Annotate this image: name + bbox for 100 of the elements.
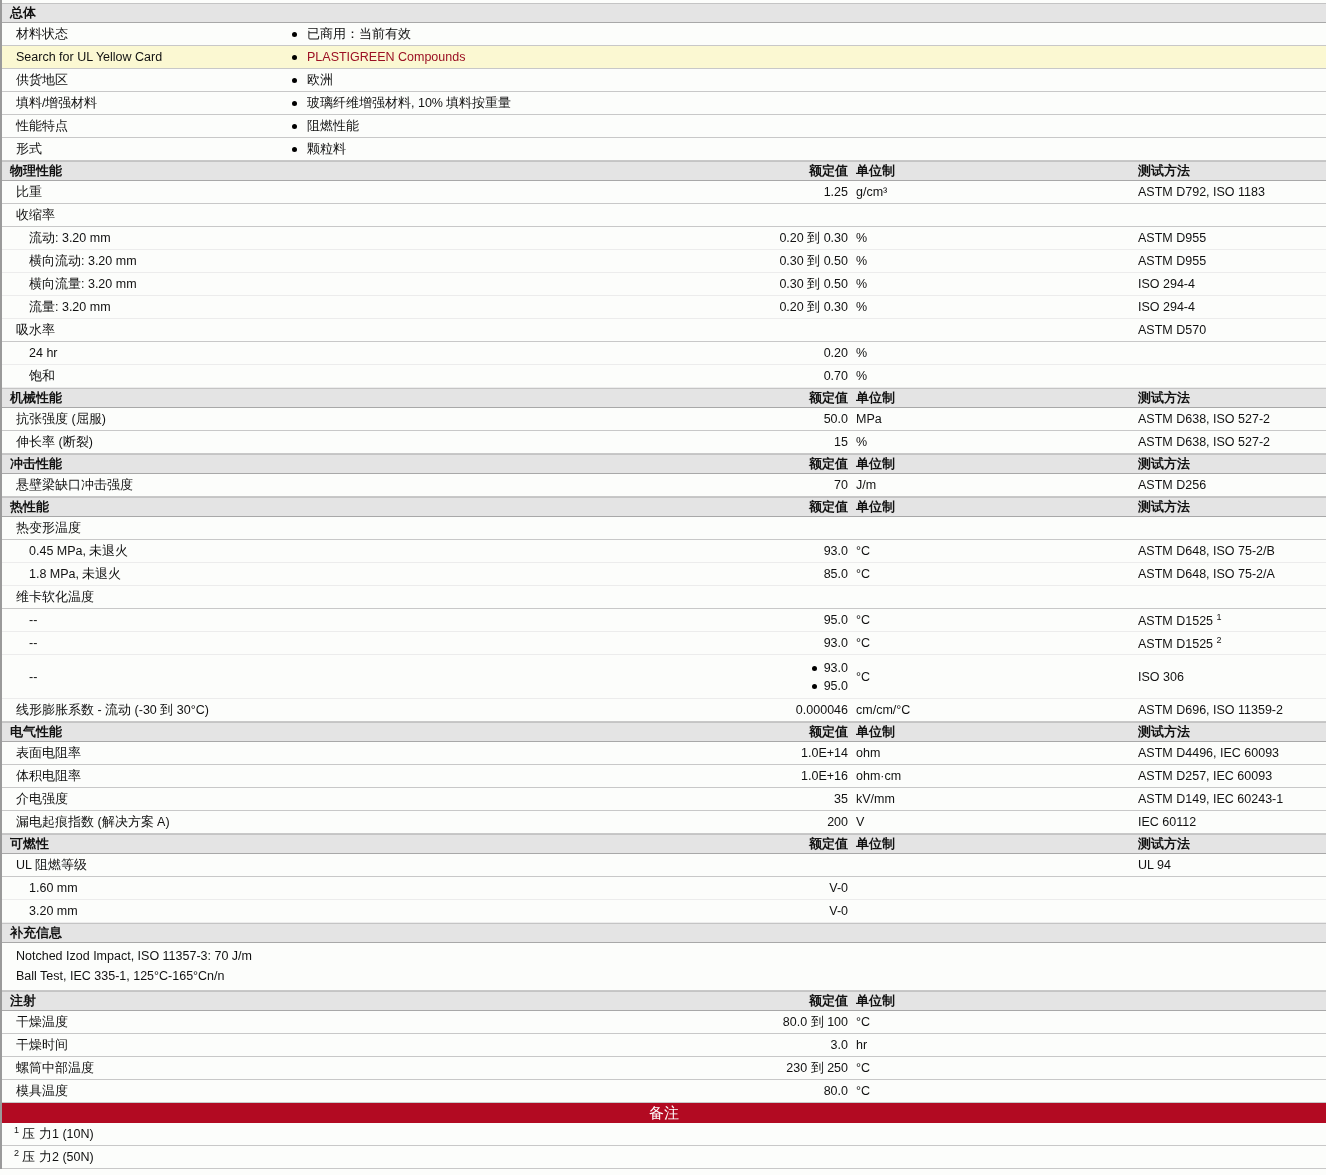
unit-text: J/m: [856, 478, 877, 492]
property-value: 3.0: [830, 1038, 848, 1052]
test-method: IEC 60112: [1138, 815, 1197, 829]
column-header: 单位制: [856, 993, 895, 1008]
property-label: 维卡软化温度: [15, 588, 95, 606]
test-method: ISO 294-4: [1138, 277, 1195, 291]
column-header: 额定值: [809, 724, 848, 739]
property-label: 填料/增强材料: [15, 94, 99, 112]
property-label: 线形膨胀系数 - 流动 (-30 到 30°C): [15, 701, 210, 719]
unit-text: °C: [856, 636, 871, 650]
property-label: 0.45 MPa, 未退火: [28, 542, 130, 560]
test-method: ISO 306: [1138, 669, 1184, 684]
column-header: 额定值: [809, 456, 848, 471]
column-header: 额定值: [809, 499, 848, 514]
test-method: ASTM D1525 $^{1}$: [1138, 614, 1222, 629]
property-label: 干燥时间: [15, 1036, 69, 1054]
property-value: 93.0: [823, 636, 848, 650]
column-header: 测试方法: [1138, 499, 1190, 514]
info-text: Notched Izod Impact, ISO 11357-3: 70 J/m: [15, 948, 253, 965]
unit-text: ohm·cm: [856, 769, 902, 783]
unit-text: °C: [856, 1084, 871, 1098]
property-value: 93.0: [823, 661, 848, 676]
bullet-icon: [811, 683, 817, 689]
section-title: 总体: [8, 4, 37, 22]
property-label: 饱和: [28, 367, 56, 385]
property-label: 材料状态: [15, 25, 69, 43]
column-header: 单位制: [856, 836, 895, 851]
column-header: 单位制: [856, 390, 895, 405]
property-label: --: [28, 669, 39, 684]
unit-text: kV/mm: [856, 792, 895, 806]
notes-title: 备注: [649, 1103, 679, 1123]
property-value: 200: [827, 815, 848, 829]
property-value: 0.30 到 0.50: [779, 253, 848, 268]
property-label: --: [28, 636, 39, 650]
property-value: 0.20: [823, 346, 848, 360]
property-value: 0.20 到 0.30: [779, 299, 848, 314]
bullet-icon: [292, 77, 297, 83]
column-header: 单位制: [856, 499, 895, 514]
section-title: 注射: [9, 992, 37, 1010]
property-label: 螺筒中部温度: [15, 1059, 95, 1077]
test-method: ASTM D1525 $^{2}$: [1138, 637, 1222, 652]
unit-text: °C: [856, 544, 871, 558]
section-title: 补充信息: [9, 924, 63, 942]
test-method: UL 94: [1138, 858, 1171, 872]
property-label: 表面电阻率: [15, 744, 82, 762]
property-value: 颗粒料: [307, 140, 346, 158]
property-label: 悬壁梁缺口冲击强度: [15, 476, 134, 494]
property-label: 供货地区: [15, 71, 69, 89]
property-value: 阻燃性能: [307, 117, 359, 135]
unit-text: %: [856, 369, 868, 383]
unit-text: °C: [856, 669, 871, 684]
property-value: 85.0: [823, 567, 848, 581]
section-title: 物理性能: [9, 162, 63, 180]
column-header: 测试方法: [1138, 163, 1190, 178]
unit-text: °C: [856, 567, 871, 581]
column-header: 测试方法: [1138, 390, 1190, 405]
property-label: 24 hr: [28, 346, 59, 360]
unit-text: %: [856, 435, 868, 449]
property-value: 15: [834, 435, 848, 449]
unit-text: cm/cm/°C: [856, 703, 911, 717]
property-value: 0.30 到 0.50: [779, 276, 848, 291]
column-header: 测试方法: [1138, 836, 1190, 851]
unit-text: ohm: [856, 746, 881, 760]
unit-text: %: [856, 346, 868, 360]
property-label: 比重: [15, 183, 43, 201]
value-link[interactable]: PLASTIGREEN Compounds: [307, 50, 466, 64]
bullet-icon: [292, 54, 297, 60]
property-value: 70: [834, 478, 848, 492]
property-value: 80.0: [823, 1084, 848, 1098]
unit-text: %: [856, 254, 868, 268]
property-label: 漏电起痕指数 (解决方案 A): [15, 813, 171, 831]
unit-text: MPa: [856, 412, 882, 426]
test-method: ASTM D570: [1138, 323, 1207, 337]
footnote: $^{1}$ 压 力1 (10N): [13, 1124, 94, 1144]
column-header: 额定值: [809, 836, 848, 851]
test-method: ASTM D955: [1138, 254, 1207, 268]
test-method: ASTM D638, ISO 527-2: [1138, 435, 1270, 449]
property-label: 流动: 3.20 mm: [28, 229, 112, 247]
property-label: 介电强度: [15, 790, 69, 808]
column-header: 额定值: [809, 390, 848, 405]
property-value: 0.20 到 0.30: [779, 230, 848, 245]
property-label: 1.60 mm: [28, 881, 79, 895]
unit-text: °C: [856, 613, 871, 627]
property-label: UL 阻燃等级: [15, 856, 88, 874]
bullet-icon: [292, 146, 297, 152]
unit-text: g/cm³: [856, 185, 888, 199]
section-title: 可燃性: [9, 835, 50, 853]
info-text: Ball Test, IEC 335-1, 125°C-165°Cn/n: [15, 968, 226, 985]
test-method: ASTM D256: [1138, 478, 1207, 492]
unit-text: %: [856, 300, 868, 314]
property-label: 形式: [15, 140, 43, 158]
property-value: V-0: [829, 904, 848, 918]
bullet-icon: [292, 123, 297, 129]
test-method: ASTM D638, ISO 527-2: [1138, 412, 1270, 426]
property-label: 体积电阻率: [15, 767, 82, 785]
property-value: 95.0: [823, 613, 848, 627]
property-value: 50.0: [823, 412, 848, 426]
test-method: ASTM D648, ISO 75-2/A: [1138, 567, 1275, 581]
bullet-icon: [292, 100, 297, 106]
column-header: 单位制: [856, 163, 895, 178]
